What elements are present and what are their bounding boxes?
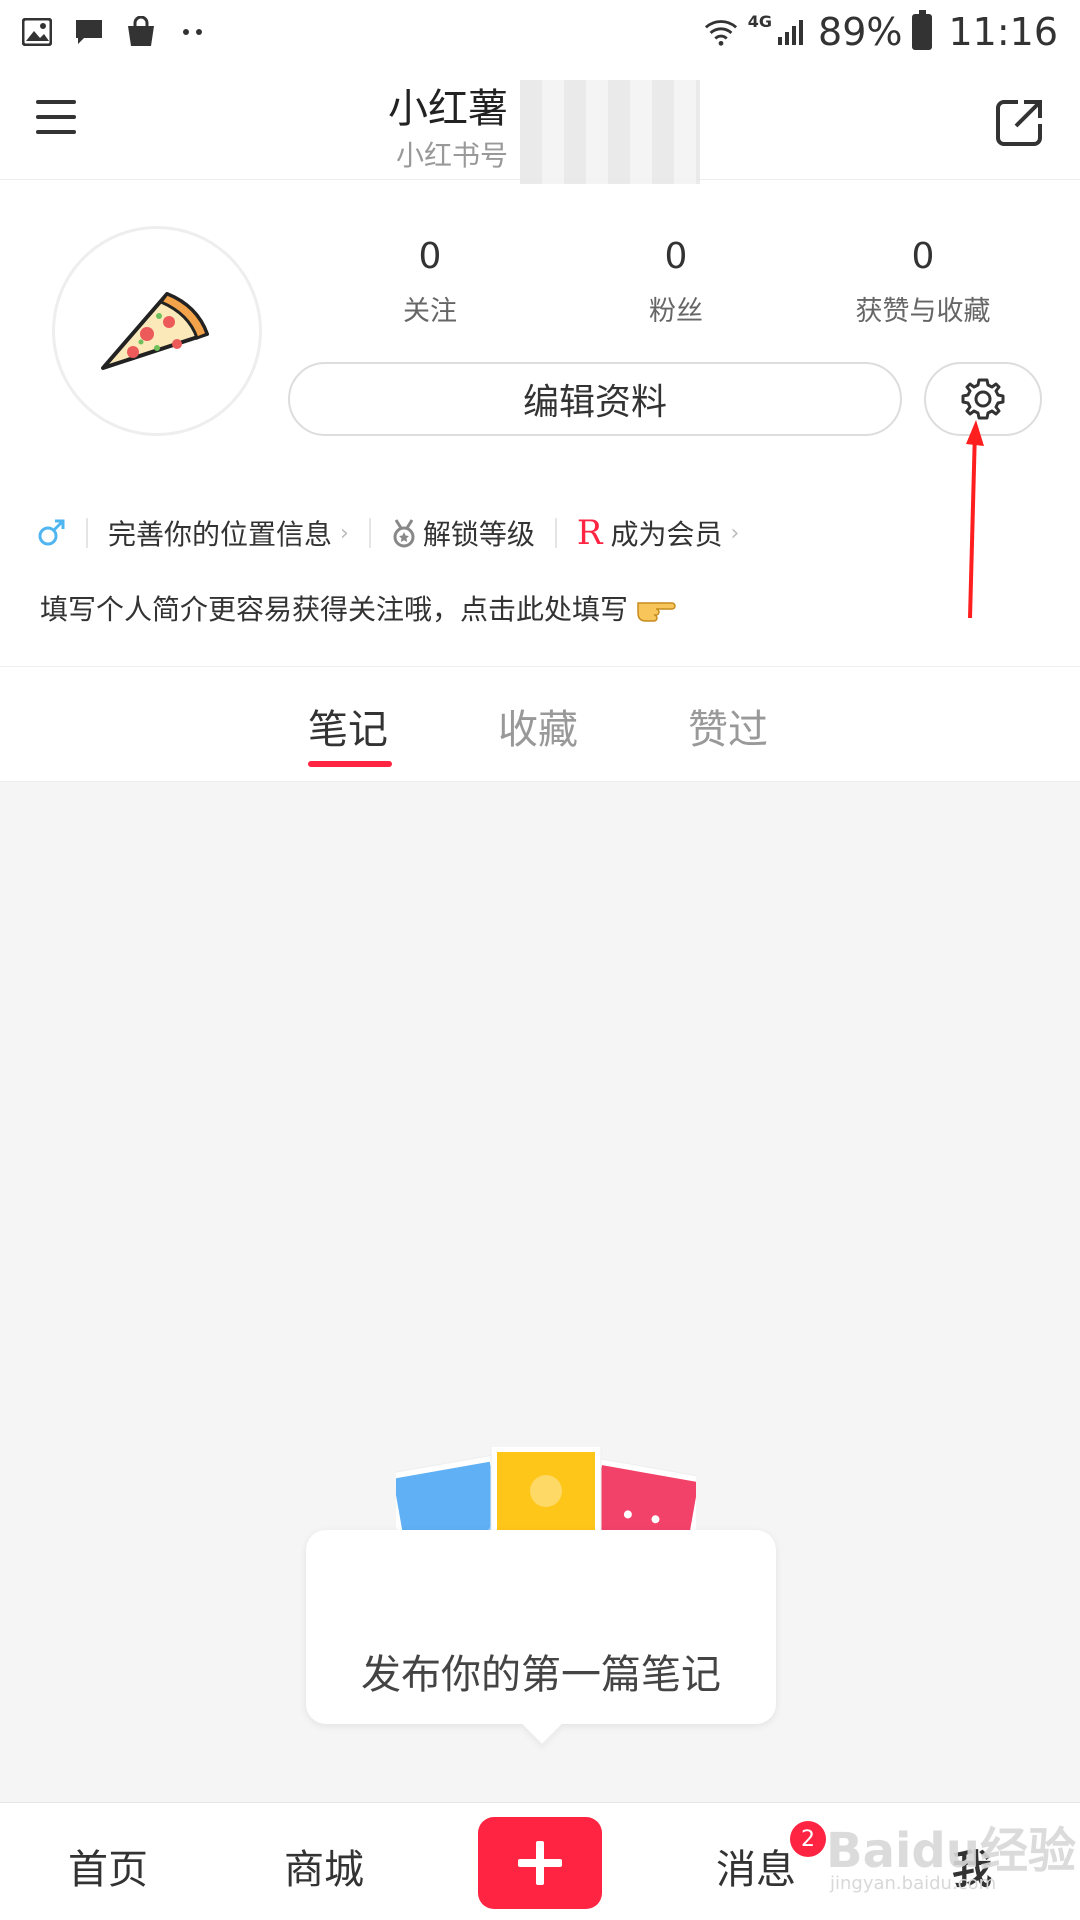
chevron-right-icon: › [730,520,740,546]
edit-profile-button[interactable]: 编辑资料 [288,362,902,436]
empty-state-text: 发布你的第一篇笔记 [361,1652,721,1698]
message-icon [72,15,106,49]
page-title: 小红薯 [388,86,508,132]
bio-text: 填写个人简介更容易获得关注哦，点击此处填写 [40,593,629,626]
nav-mall[interactable]: 商城 [284,1837,364,1895]
level-chip[interactable]: 解锁等级 [391,513,535,553]
battery-icon [912,10,933,50]
account-id-label: 小红书号 [396,139,509,172]
nav-home[interactable]: 首页 [68,1837,148,1895]
pointing-hand-icon [636,591,676,625]
chip-label: 成为会员 [610,518,723,551]
notes-feed: 发布你的第一篇笔记 [0,782,1080,1802]
nav-messages[interactable]: 消息 [716,1837,796,1895]
chip-label: 完善你的位置信息 [108,518,333,551]
bio-prompt[interactable]: 填写个人简介更容易获得关注哦，点击此处填写 [40,588,676,628]
location-chip[interactable]: 完善你的位置信息 › [108,513,349,553]
network-type-label: 4G [747,12,773,31]
profile-header: 小红薯 小红书号 [0,64,1080,184]
plus-icon [518,1841,562,1885]
gear-icon [961,378,1005,420]
watermark: Baidu经验 [826,1823,1076,1879]
tab-notes[interactable]: 笔记 [308,697,388,755]
divider [86,518,88,548]
menu-icon[interactable] [36,100,78,136]
signal-icon [774,15,808,49]
divider [554,518,557,548]
annotation-arrow [966,420,984,619]
medal-icon [391,518,417,548]
stat-label: 关注 [403,296,457,327]
wifi-icon [704,15,738,49]
avatar[interactable] [52,226,262,436]
more-dots-icon [176,15,210,49]
info-chips: 完善你的位置信息 › 解锁等级 R 成为会员 › [36,508,739,558]
profile-stats: 0 关注 0 粉丝 0 获赞与收藏 [300,236,1060,336]
redacted-blur [520,80,700,184]
messages-badge: 2 [790,1821,826,1857]
stat-value: 0 [664,236,688,277]
clock: 11:16 [948,10,1058,54]
shopping-bag-icon [124,15,158,49]
tab-liked[interactable]: 赞过 [688,697,768,755]
gender-male-icon [36,518,66,548]
stat-value: 0 [418,236,442,277]
share-icon[interactable] [994,98,1044,148]
divider [368,518,371,548]
stat-value: 0 [911,236,935,277]
content-tabs: 笔记 收藏 赞过 [0,666,1080,782]
publish-button[interactable] [478,1817,602,1909]
battery-percent: 89% [818,10,903,54]
chip-label: 解锁等级 [422,518,535,551]
stat-label: 获赞与收藏 [855,296,991,327]
stat-label: 粉丝 [649,296,703,327]
stat-likes-collects[interactable]: 0 获赞与收藏 [813,236,1033,328]
gallery-icon [20,15,54,49]
empty-state-card[interactable]: 发布你的第一篇笔记 [306,1530,776,1724]
tab-collections[interactable]: 收藏 [498,697,578,755]
watermark-url: jingyan.baidu.com [830,1873,997,1894]
membership-chip[interactable]: R 成为会员 › [577,513,739,553]
bottom-navigation: 首页 商城 消息 2 我 Baidu经验 jingyan.baidu.com [0,1802,1080,1920]
chevron-right-icon: › [340,520,349,546]
member-r-icon: R [576,513,603,553]
status-bar: 4G 89% 11:16 [0,0,1080,64]
stat-followers[interactable]: 0 粉丝 [566,236,786,328]
active-tab-indicator [308,761,392,767]
stat-following[interactable]: 0 关注 [320,236,540,328]
pizza-icon [101,292,209,370]
